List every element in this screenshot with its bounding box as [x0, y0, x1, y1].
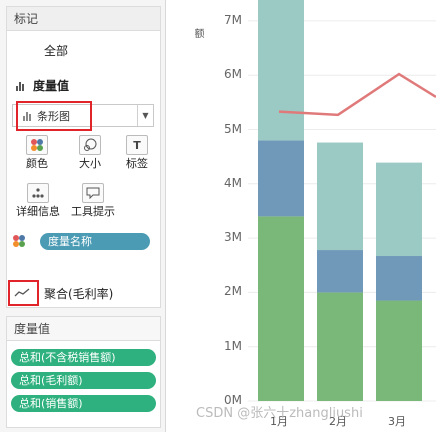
- tooltip-button[interactable]: 工具提示: [66, 183, 120, 221]
- measure-names-pill[interactable]: 度量名称: [40, 233, 150, 250]
- tooltip-icon: [82, 183, 104, 203]
- bar-segment-bottom[interactable]: [376, 300, 422, 401]
- marks-all-tab[interactable]: 全部: [44, 42, 68, 59]
- detail-button[interactable]: 详细信息: [11, 183, 65, 221]
- detail-button-label: 详细信息: [16, 205, 60, 218]
- highlight-box: [16, 101, 92, 131]
- bar-chart-icon: [16, 81, 24, 91]
- bar-segment-top[interactable]: [317, 142, 363, 251]
- measure-pill[interactable]: 总和(毛利额): [11, 372, 156, 389]
- label-button-label: 标签: [126, 157, 148, 170]
- color-dots-icon: [12, 234, 26, 251]
- size-icon: [79, 135, 101, 155]
- measure-values-label: 度量值: [33, 79, 70, 93]
- bar-segment-middle[interactable]: [317, 250, 363, 293]
- measures-card-title: 度量值: [7, 317, 160, 341]
- bar-segment-top[interactable]: [376, 162, 422, 257]
- color-button-label: 颜色: [26, 157, 48, 170]
- size-button-label: 大小: [79, 157, 101, 170]
- bar-segment-bottom[interactable]: [258, 216, 304, 401]
- bar-segment-bottom[interactable]: [317, 292, 363, 401]
- measure-pill[interactable]: 总和(不含税销售额): [11, 349, 156, 366]
- bar-segment-middle[interactable]: [376, 256, 422, 301]
- label-icon: T: [126, 135, 148, 155]
- detail-icon: [27, 183, 49, 203]
- label-button[interactable]: T 标签: [117, 135, 157, 173]
- size-button[interactable]: 大小: [66, 135, 114, 173]
- highlight-box: [8, 280, 39, 306]
- chevron-down-icon[interactable]: ▼: [137, 105, 153, 126]
- x-tick-label: 3月: [388, 415, 406, 428]
- tooltip-button-label: 工具提示: [71, 205, 115, 218]
- chart-area: 额 7M 6M 5M 4M 3M 2M 1M 0M 1月 2月 3月: [166, 0, 436, 432]
- color-dots-icon: [26, 135, 48, 155]
- marks-card-title: 标记: [7, 7, 160, 31]
- watermark: CSDN @张六十zhangliushi: [196, 406, 363, 421]
- bar-line-chart: [248, 0, 436, 402]
- measure-values-tab[interactable]: 度量值: [16, 77, 69, 94]
- measure-pill[interactable]: 总和(销售额): [11, 395, 156, 412]
- bar-segment-middle[interactable]: [258, 140, 304, 217]
- marks-panel: 标记 全部 度量值 条形图 ▼ 颜色 大小 T 标签 详细信息 工具提示 度量名…: [0, 0, 166, 432]
- color-button[interactable]: 颜色: [13, 135, 61, 173]
- bar-segment-top[interactable]: [258, 0, 304, 141]
- aggregate-label: 聚合(毛利率): [44, 286, 114, 301]
